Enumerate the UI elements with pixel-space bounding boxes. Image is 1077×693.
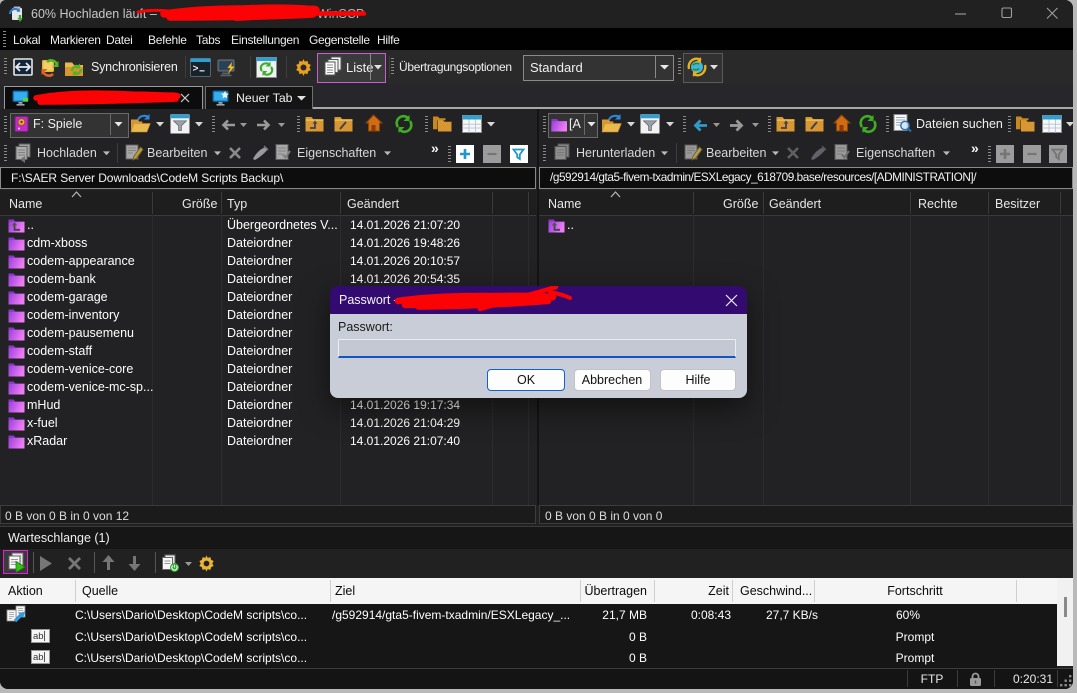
svg-text:>: > <box>193 65 199 76</box>
